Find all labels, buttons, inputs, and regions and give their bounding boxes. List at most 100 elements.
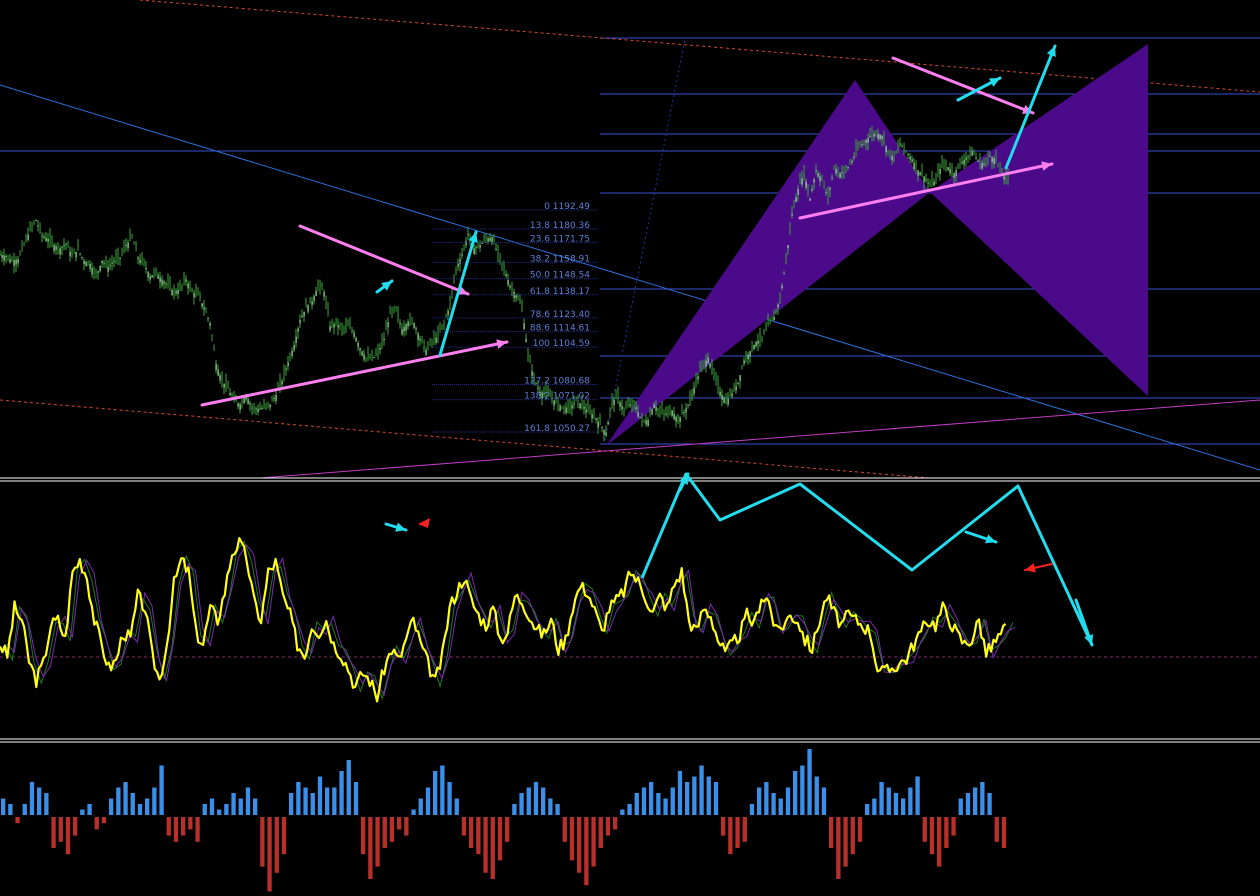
- candle-body: [525, 338, 527, 342]
- candle-body: [747, 354, 749, 360]
- candle-body: [669, 408, 671, 412]
- candle-body: [795, 197, 797, 203]
- histogram-bar-positive: [713, 782, 719, 815]
- candle-body: [967, 155, 969, 157]
- candle-body: [19, 252, 21, 255]
- candle-body: [855, 146, 857, 153]
- histogram-bar-positive: [22, 804, 27, 815]
- candle-body: [475, 247, 477, 249]
- histogram-bar-negative: [577, 817, 582, 873]
- candle-body: [423, 340, 425, 347]
- candle-body: [923, 176, 925, 183]
- histogram-bar-negative: [922, 817, 927, 842]
- histogram-bar-positive: [296, 782, 301, 815]
- candle-body: [719, 391, 721, 396]
- candle-body: [59, 248, 61, 255]
- histogram-bar-positive: [29, 782, 35, 815]
- candle-body: [363, 354, 365, 360]
- candle-body: [33, 221, 35, 224]
- fib-label: 0 1192.49: [544, 202, 590, 212]
- candle-body: [479, 245, 481, 248]
- candle-body: [959, 160, 961, 164]
- candle-body: [455, 267, 457, 269]
- candle-body: [0, 254, 1, 256]
- candle-body: [707, 357, 709, 364]
- histogram-bar-positive: [217, 809, 222, 815]
- histogram-bar-positive: [656, 793, 661, 815]
- candle-body: [765, 327, 767, 331]
- candle-body: [817, 173, 819, 177]
- candle-body: [13, 260, 15, 266]
- histogram-bar-negative: [836, 817, 841, 879]
- candle-body: [119, 257, 121, 259]
- histogram-bar-positive: [670, 787, 675, 815]
- candle-body: [295, 336, 297, 343]
- histogram-bar-negative: [58, 817, 63, 842]
- candle-body: [685, 408, 687, 413]
- candle-body: [537, 387, 539, 389]
- candle-body: [569, 402, 571, 408]
- candle-body: [421, 337, 423, 343]
- histogram-bar-negative: [937, 817, 942, 867]
- candle-body: [99, 265, 101, 272]
- candle-body: [593, 414, 595, 416]
- candle-body: [693, 387, 695, 394]
- fib-label: 100 1104.59: [533, 339, 591, 349]
- candle-body: [639, 416, 641, 418]
- candle-body: [827, 194, 829, 199]
- candle-body: [345, 324, 347, 328]
- candle-body: [133, 243, 135, 245]
- candle-body: [329, 326, 331, 331]
- candle-body: [653, 404, 655, 409]
- candle-body: [177, 289, 179, 295]
- candle-body: [509, 285, 511, 288]
- candle-body: [847, 167, 849, 169]
- candle-body: [249, 403, 251, 405]
- candle-body: [947, 167, 949, 170]
- candle-body: [527, 351, 529, 355]
- candle-body: [281, 380, 283, 385]
- candle-body: [273, 398, 275, 400]
- histogram-bar-negative: [483, 817, 488, 873]
- histogram-bar-positive: [649, 782, 654, 815]
- candle-body: [219, 375, 221, 381]
- histogram-bar-positive: [425, 787, 431, 815]
- candle-body: [35, 220, 37, 222]
- histogram-bar-negative: [742, 817, 747, 842]
- candle-body: [459, 259, 461, 265]
- fib-label: 38.2 1158.91: [530, 254, 590, 264]
- candle-body: [317, 284, 319, 286]
- candle-body: [465, 240, 467, 246]
- candle-body: [17, 259, 19, 264]
- candle-body: [529, 357, 531, 363]
- histogram-bar-positive: [821, 787, 827, 815]
- candle-body: [251, 407, 253, 409]
- candle-body: [103, 262, 105, 264]
- candle-body: [29, 224, 31, 230]
- candle-body: [287, 362, 289, 367]
- candle-body: [895, 151, 897, 154]
- candle-body: [861, 144, 863, 146]
- histogram-bar-positive: [454, 798, 459, 815]
- candle-body: [785, 258, 787, 261]
- histogram-bar-negative: [461, 817, 467, 836]
- candle-body: [7, 255, 9, 258]
- candle-body: [617, 393, 619, 399]
- candle-body: [761, 336, 763, 339]
- candle-body: [701, 363, 703, 367]
- histogram-bar-negative: [591, 817, 596, 867]
- candle-body: [899, 143, 901, 145]
- histogram-bar-negative: [857, 817, 863, 842]
- histogram-bar-negative: [101, 817, 107, 824]
- candle-body: [359, 348, 361, 351]
- candle-body: [253, 405, 255, 408]
- cyan-arrow-head: [985, 534, 996, 544]
- candle-body: [293, 345, 295, 351]
- candle-body: [523, 323, 525, 330]
- candle-body: [573, 403, 575, 405]
- candle-body: [257, 409, 259, 413]
- candle-body: [413, 323, 415, 328]
- candle-body: [223, 383, 225, 388]
- candle-body: [805, 181, 807, 188]
- candle-body: [21, 243, 23, 250]
